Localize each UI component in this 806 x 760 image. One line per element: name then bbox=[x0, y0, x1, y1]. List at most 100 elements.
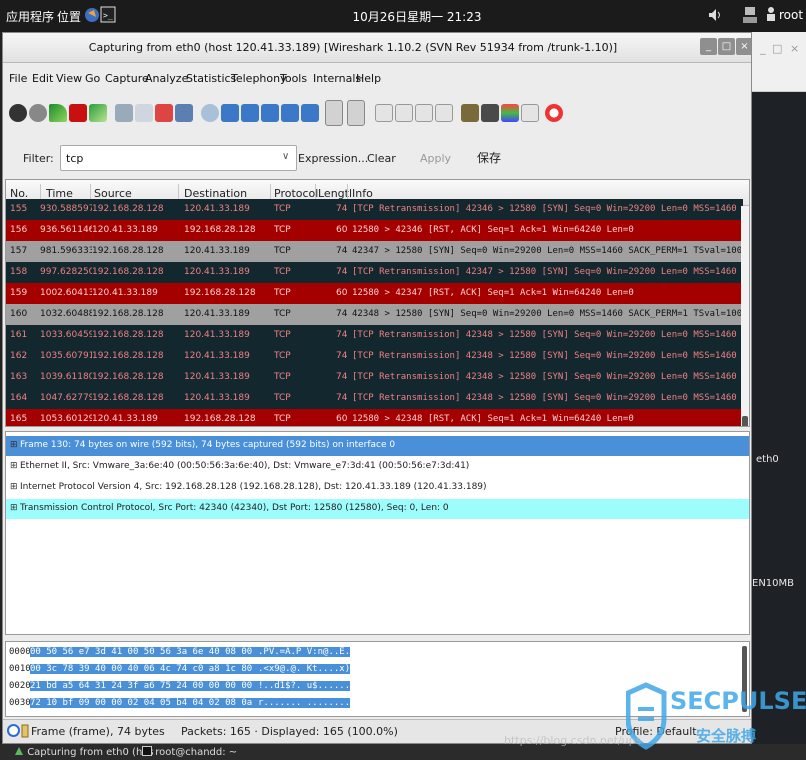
applications-menu[interactable]: 应用程序 bbox=[6, 8, 54, 25]
go-back-icon[interactable] bbox=[221, 104, 239, 122]
user-icon[interactable] bbox=[766, 6, 776, 25]
table-row[interactable]: 159 1002.6041340120.41.33.189 192.168.28.1… bbox=[6, 283, 743, 304]
table-row[interactable]: 156 936.56114600120.41.33.189 192.168.28.1… bbox=[6, 220, 743, 241]
open-file-icon[interactable] bbox=[115, 104, 133, 122]
detail-ip-text: Internet Protocol Version 4, Src: 192.16… bbox=[20, 482, 487, 492]
menu-view[interactable]: View bbox=[56, 72, 82, 85]
filter-toolbar: Filter: tcp ∨ Expression... Clear Apply … bbox=[3, 141, 751, 177]
zoom-normal-icon[interactable] bbox=[415, 104, 433, 122]
close-button[interactable]: × bbox=[736, 38, 751, 55]
detail-ip[interactable]: ⊞ Internet Protocol Version 4, Src: 192.1… bbox=[6, 478, 749, 498]
expand-icon[interactable]: ⊞ bbox=[10, 503, 20, 513]
expression-button[interactable]: Expression... bbox=[298, 152, 368, 165]
auto-scroll-icon[interactable] bbox=[347, 100, 365, 126]
help-icon[interactable] bbox=[545, 104, 563, 122]
options-icon[interactable] bbox=[29, 104, 47, 122]
taskbar-item-wireshark[interactable]: Capturing from eth0 (hos bbox=[14, 746, 154, 758]
bytes-scrollbar[interactable] bbox=[742, 646, 747, 712]
clear-button[interactable]: Clear bbox=[367, 152, 396, 165]
filter-input[interactable]: tcp bbox=[60, 145, 297, 171]
taskbar-item-terminal[interactable]: root@chandd: ~ bbox=[142, 746, 237, 758]
packet-details[interactable]: ⊞ Frame 130: 74 bytes on wire (592 bits),… bbox=[5, 431, 750, 635]
detail-tcp[interactable]: ⊞ Transmission Control Protocol, Src Port… bbox=[6, 499, 749, 519]
table-row[interactable]: 162 1035.6079100192.168.28.128 120.41.33.1… bbox=[6, 346, 743, 367]
detail-frame[interactable]: ⊞ Frame 130: 74 bytes on wire (592 bits),… bbox=[6, 436, 749, 456]
colorize-icon[interactable] bbox=[325, 100, 343, 126]
clock[interactable]: 10月26日星期一 21:23 bbox=[352, 8, 482, 25]
edit-comment-icon[interactable] bbox=[21, 724, 29, 741]
browser-icon[interactable] bbox=[84, 5, 100, 28]
save-filter-button[interactable]: 保存 bbox=[477, 149, 501, 166]
resize-columns-icon[interactable] bbox=[435, 104, 453, 122]
minimize-button[interactable]: _ bbox=[700, 38, 717, 55]
taskbar-item-terminal-label: root@chandd: ~ bbox=[155, 747, 238, 758]
cell-dst: 120.41.33.189 bbox=[184, 330, 250, 340]
expert-info-icon[interactable] bbox=[7, 724, 20, 740]
menu-tools[interactable]: Tools bbox=[280, 72, 307, 85]
menu-statistics[interactable]: Statistics bbox=[186, 72, 236, 85]
menu-edit[interactable]: Edit bbox=[32, 72, 53, 85]
maximize-icon[interactable]: □ bbox=[772, 42, 782, 55]
preferences-icon[interactable] bbox=[521, 104, 539, 122]
table-row[interactable]: 161 1033.6045930192.168.28.128 120.41.33.1… bbox=[6, 325, 743, 346]
reload-icon[interactable] bbox=[175, 104, 193, 122]
menu-telephony[interactable]: Telephony bbox=[231, 72, 287, 85]
volume-icon[interactable] bbox=[707, 7, 723, 26]
status-profile[interactable]: Profile: Default bbox=[615, 725, 697, 738]
first-packet-icon[interactable] bbox=[281, 104, 299, 122]
table-row[interactable]: 158 997.62825000192.168.28.128 120.41.33.1… bbox=[6, 262, 743, 283]
zoom-in-icon[interactable] bbox=[375, 104, 393, 122]
menu-internals[interactable]: Internals bbox=[313, 72, 361, 85]
packet-list[interactable]: No. Time Source Destination Protocol Len… bbox=[5, 179, 750, 427]
places-menu[interactable]: 位置 bbox=[57, 8, 81, 25]
apply-button[interactable]: Apply bbox=[420, 152, 451, 165]
go-to-packet-icon[interactable] bbox=[261, 104, 279, 122]
cell-proto: TCP bbox=[274, 225, 291, 235]
cell-src: 192.168.28.128 bbox=[92, 309, 164, 319]
stop-capture-icon[interactable] bbox=[69, 104, 87, 122]
main-toolbar bbox=[3, 95, 751, 133]
save-file-icon[interactable] bbox=[135, 104, 153, 122]
close-icon[interactable]: × bbox=[790, 42, 799, 55]
close-file-icon[interactable] bbox=[155, 104, 173, 122]
find-packet-icon[interactable] bbox=[201, 104, 219, 122]
restart-capture-icon[interactable] bbox=[89, 104, 107, 122]
menu-help[interactable]: Help bbox=[356, 72, 381, 85]
packet-list-scrollbar[interactable] bbox=[741, 206, 749, 426]
expand-icon[interactable]: ⊞ bbox=[10, 482, 20, 492]
table-row[interactable]: 160 1032.6048830192.168.28.128 120.41.33.1… bbox=[6, 304, 743, 325]
zoom-out-icon[interactable] bbox=[395, 104, 413, 122]
expand-icon[interactable]: ⊞ bbox=[10, 461, 20, 471]
interfaces-icon[interactable] bbox=[9, 104, 27, 122]
terminal-icon[interactable]: >_ bbox=[100, 6, 116, 27]
table-row[interactable]: 155 930.58859700192.168.28.128 120.41.33.1… bbox=[6, 199, 743, 220]
coloring-rules-icon[interactable] bbox=[501, 104, 519, 122]
network-icon[interactable] bbox=[742, 5, 758, 28]
minimize-icon[interactable]: _ bbox=[760, 42, 766, 55]
capture-filters-icon[interactable] bbox=[461, 104, 479, 122]
menu-analyze[interactable]: Analyze bbox=[145, 72, 188, 85]
display-filters-icon[interactable] bbox=[481, 104, 499, 122]
cell-no: 165 bbox=[10, 414, 28, 424]
cell-dst: 192.168.28.128 bbox=[184, 225, 256, 235]
scrollbar-thumb[interactable] bbox=[742, 416, 748, 426]
menu-capture[interactable]: Capture bbox=[105, 72, 149, 85]
start-capture-icon[interactable] bbox=[49, 104, 67, 122]
expand-icon[interactable]: ⊞ bbox=[10, 440, 20, 450]
packet-bytes[interactable]: 0000 00 50 56 e7 3d 41 00 50 56 3a 6e 40… bbox=[5, 641, 750, 717]
cell-proto: TCP bbox=[274, 372, 291, 382]
detail-ethernet[interactable]: ⊞ Ethernet II, Src: Vmware_3a:6e:40 (00:5… bbox=[6, 457, 749, 477]
table-row[interactable]: 163 1039.6118000192.168.28.128 120.41.33.1… bbox=[6, 367, 743, 388]
table-row[interactable]: 164 1047.6277910192.168.28.128 120.41.33.1… bbox=[6, 388, 743, 409]
go-forward-icon[interactable] bbox=[241, 104, 259, 122]
status-packets: Packets: 165 · Displayed: 165 (100.0%) bbox=[181, 725, 398, 738]
user-name[interactable]: root bbox=[779, 8, 803, 22]
table-row[interactable]: 165 1053.6012940120.41.33.189 192.168.28.1… bbox=[6, 409, 743, 426]
window-titlebar[interactable]: Capturing from eth0 (host 120.41.33.189)… bbox=[3, 33, 751, 63]
chevron-down-icon[interactable]: ∨ bbox=[282, 151, 289, 162]
menu-go[interactable]: Go bbox=[85, 72, 100, 85]
menu-file[interactable]: File bbox=[9, 72, 27, 85]
table-row[interactable]: 157 981.59633300192.168.28.128 120.41.33.1… bbox=[6, 241, 743, 262]
last-packet-icon[interactable] bbox=[301, 104, 319, 122]
maximize-button[interactable]: □ bbox=[718, 38, 735, 55]
